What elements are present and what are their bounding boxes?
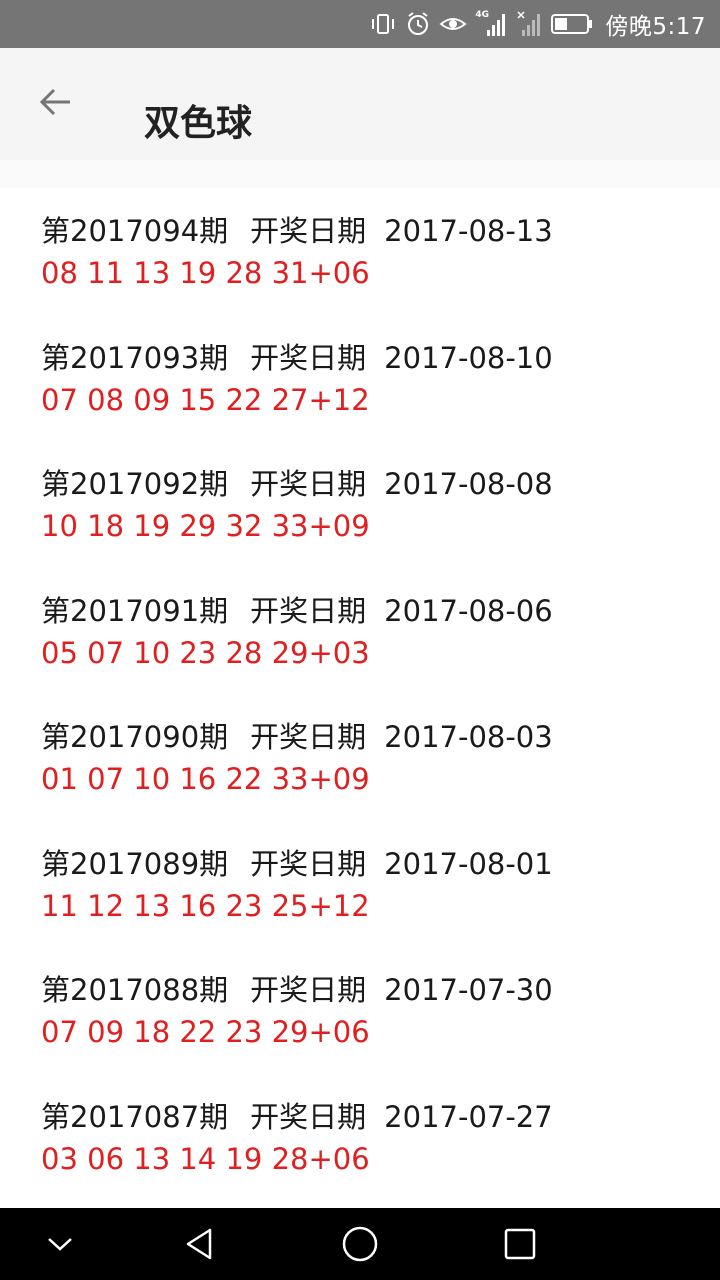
collapse-down-icon: [48, 1238, 72, 1251]
nav-home-button[interactable]: [310, 1208, 410, 1280]
draw-issue: 第2017090期: [41, 720, 229, 754]
signal-nosim-icon: [517, 11, 541, 36]
navigation-bar: [0, 1208, 720, 1280]
nav-back-button[interactable]: [150, 1208, 250, 1280]
status-icons: 4G 傍晚5:17: [369, 0, 706, 48]
status-bar: 4G 傍晚5:17: [0, 0, 720, 48]
page-title: 双色球: [144, 103, 253, 144]
signal-4g-icon: 4G: [475, 10, 509, 38]
draw-header: 第2017090期 开奖日期 2017-08-03: [41, 717, 720, 757]
eye-comfort-icon: [439, 18, 467, 30]
draw-numbers: 07 09 18 22 23 29+06: [41, 1015, 370, 1049]
alarm-icon: [408, 12, 429, 35]
list-item[interactable]: 第2017089期 开奖日期 2017-08-01 11 12 13 16 23 2…: [0, 821, 720, 948]
vibrate-icon: [372, 14, 395, 34]
back-triangle-icon: [186, 1228, 212, 1260]
nav-recents-button[interactable]: [470, 1208, 570, 1280]
status-time: 傍晚5:17: [605, 14, 706, 40]
draw-date-label: 开奖日期: [250, 214, 367, 248]
draw-issue: 第2017089期: [41, 846, 229, 881]
draw-issue: 第2017091期: [41, 593, 229, 628]
draw-date: 2017-07-30: [384, 973, 553, 1007]
header-divider: [0, 160, 720, 188]
draw-date-label: 开奖日期: [250, 340, 367, 375]
list-item[interactable]: 第2017094期 开奖日期 2017-08-13 08 11 13 19 28 3…: [0, 188, 720, 315]
draw-issue: 第2017094期: [41, 214, 229, 248]
draw-date-label: 开奖日期: [250, 846, 367, 881]
home-circle-icon: [342, 1226, 378, 1262]
draw-header: 第2017089期 开奖日期 2017-08-01: [41, 844, 720, 884]
list-item[interactable]: 第2017090期 开奖日期 2017-08-03 01 07 10 16 22 3…: [0, 694, 720, 821]
draw-numbers: 05 07 10 23 28 29+03: [41, 635, 370, 670]
draw-date: 2017-08-10: [384, 340, 553, 375]
draw-numbers: 07 08 09 15 22 27+12: [41, 382, 370, 417]
draw-date-label: 开奖日期: [250, 593, 367, 628]
draw-header: 第2017087期 开奖日期 2017-07-27: [41, 1097, 720, 1137]
list-item[interactable]: 第2017092期 开奖日期 2017-08-08 10 18 19 29 32 3…: [0, 441, 720, 568]
draw-numbers: 01 07 10 16 22 33+09: [41, 762, 370, 796]
list-item[interactable]: 第2017087期 开奖日期 2017-07-27 03 06 13 14 19 2…: [0, 1074, 720, 1201]
draw-date-label: 开奖日期: [250, 720, 367, 754]
arrow-left-icon: [39, 88, 70, 116]
collapse-nav-button[interactable]: [10, 1208, 110, 1280]
draw-header: 第2017094期 开奖日期 2017-08-13: [41, 211, 720, 251]
back-button[interactable]: [28, 74, 84, 130]
draw-header: 第2017088期 开奖日期 2017-07-30: [41, 970, 720, 1010]
draw-date-label: 开奖日期: [250, 973, 367, 1007]
recents-square-icon: [504, 1228, 536, 1260]
draw-numbers: 08 11 13 19 28 31+06: [41, 256, 370, 290]
draw-date: 2017-07-27: [384, 1099, 553, 1134]
draw-header: 第2017093期 开奖日期 2017-08-10: [41, 338, 720, 378]
draw-date: 2017-08-08: [384, 467, 553, 501]
draw-date: 2017-08-01: [384, 846, 553, 881]
list-item[interactable]: 第2017093期 开奖日期 2017-08-10 07 08 09 15 22 2…: [0, 315, 720, 442]
draw-issue: 第2017092期: [41, 467, 229, 501]
app-bar: 双色球: [0, 48, 720, 160]
draw-issue: 第2017088期: [41, 973, 229, 1007]
draw-date: 2017-08-03: [384, 720, 553, 754]
draw-numbers: 11 12 13 16 23 25+12: [41, 888, 370, 923]
draw-date: 2017-08-13: [384, 214, 553, 248]
draw-date-label: 开奖日期: [250, 1099, 367, 1134]
draw-numbers: 03 06 13 14 19 28+06: [41, 1141, 370, 1176]
draw-date: 2017-08-06: [384, 593, 553, 628]
draw-header: 第2017091期 开奖日期 2017-08-06: [41, 591, 720, 631]
draw-header: 第2017092期 开奖日期 2017-08-08: [41, 464, 720, 504]
draw-issue: 第2017093期: [41, 340, 229, 375]
draw-issue: 第2017087期: [41, 1099, 229, 1134]
list-item[interactable]: 第2017091期 开奖日期 2017-08-06 05 07 10 23 28 2…: [0, 568, 720, 695]
draw-results-list[interactable]: 第2017094期 开奖日期 2017-08-13 08 11 13 19 28 3…: [0, 188, 720, 1208]
draw-date-label: 开奖日期: [250, 467, 367, 501]
draw-numbers: 10 18 19 29 32 33+09: [41, 509, 370, 543]
list-item[interactable]: 第2017088期 开奖日期 2017-07-30 07 09 18 22 23 2…: [0, 947, 720, 1074]
battery-icon: [551, 14, 593, 34]
